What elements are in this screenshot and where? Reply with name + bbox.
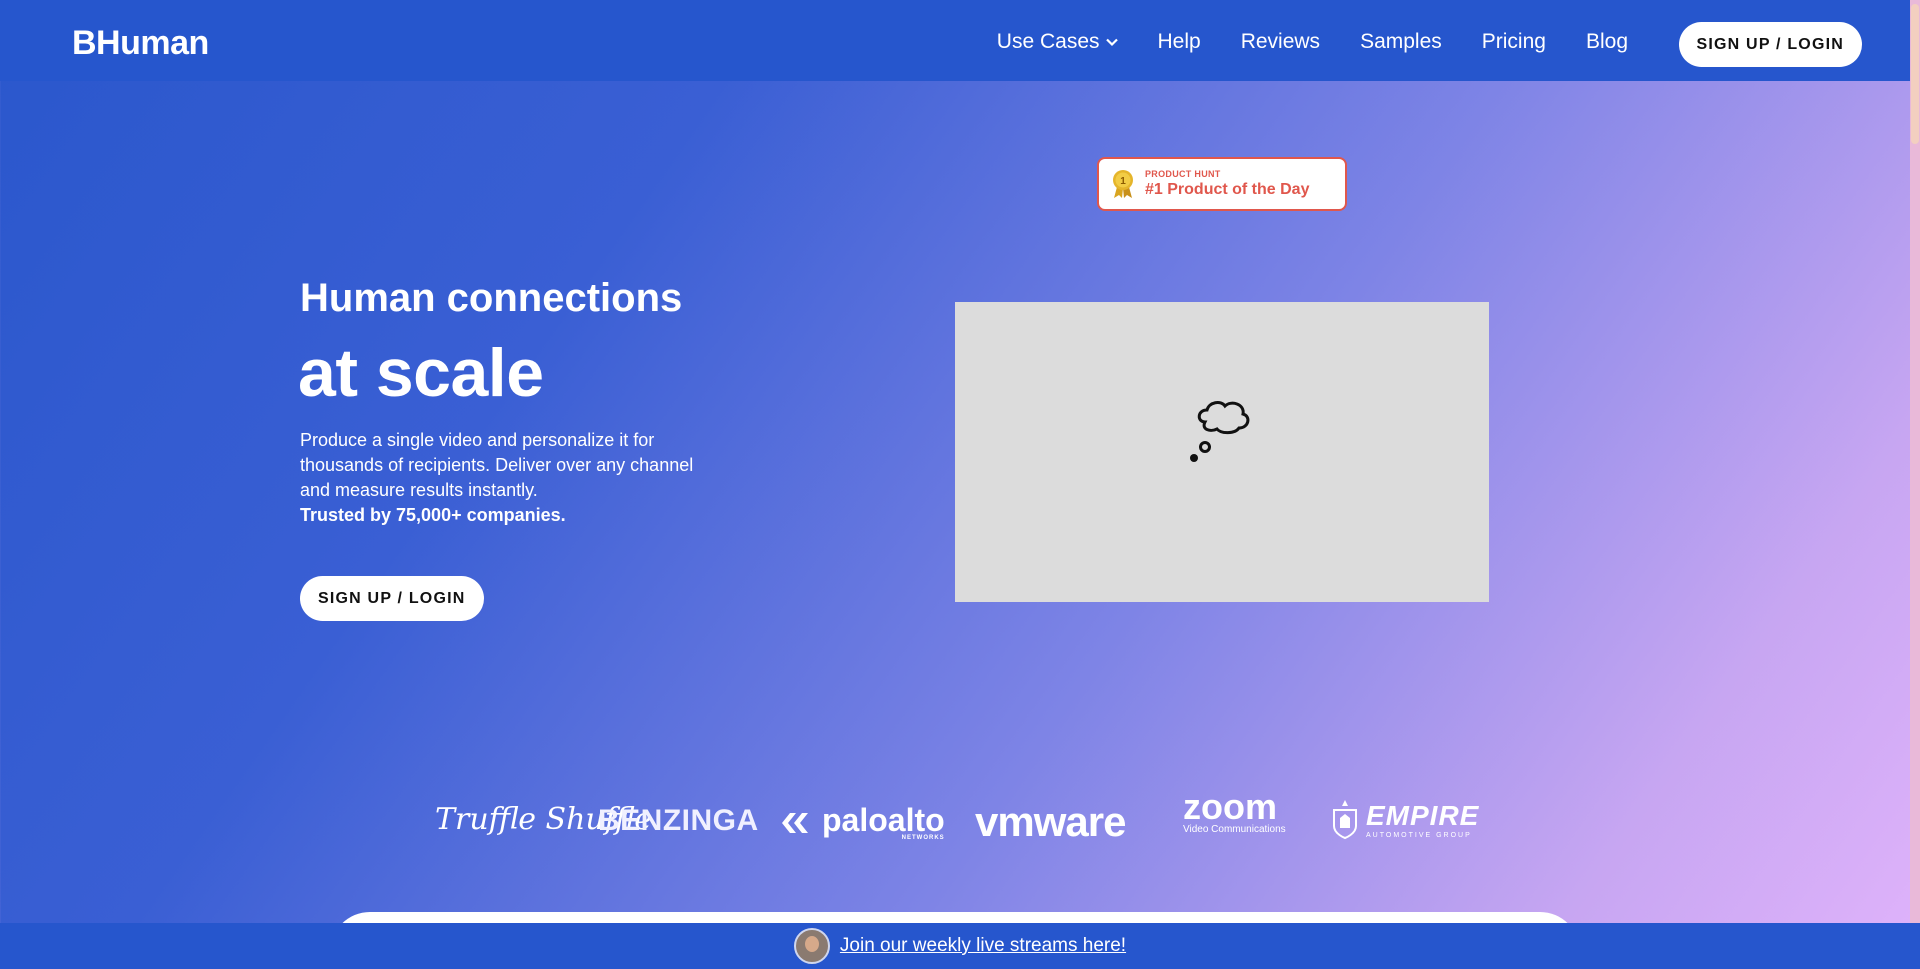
paloalto-logo: paloalto NETWORKS xyxy=(780,802,945,841)
paloalto-text: paloalto xyxy=(822,802,945,838)
svg-text:1: 1 xyxy=(1120,176,1126,187)
hero-title: at scale xyxy=(298,335,544,411)
nav-link-reviews[interactable]: Reviews xyxy=(1241,30,1320,54)
badge-text: PRODUCT HUNT #1 Product of the Day xyxy=(1145,169,1309,199)
empire-sub: AUTOMOTIVE GROUP xyxy=(1366,831,1472,839)
hero-signup-login-button[interactable]: SIGN UP / LOGIN xyxy=(300,576,484,621)
zoom-logo: zoom Video Communications xyxy=(1183,789,1286,836)
brand-logo[interactable]: BHuman xyxy=(72,24,209,63)
badge-title: #1 Product of the Day xyxy=(1145,181,1310,198)
thought-bubble-icon xyxy=(1190,401,1250,462)
empire-crest-icon xyxy=(1333,800,1357,840)
live-stream-link[interactable]: Join our weekly live streams here! xyxy=(840,935,1126,957)
nav-link-samples[interactable]: Samples xyxy=(1360,30,1442,54)
nav-link-help[interactable]: Help xyxy=(1158,30,1201,54)
benzinga-logo: BENZINGA xyxy=(598,804,759,837)
nav-links: Use Cases Help Reviews Samples Pricing B… xyxy=(997,30,1628,54)
hero-trusted-text: Trusted by 75,000+ companies. xyxy=(300,505,566,525)
nav-signup-login-button[interactable]: SIGN UP / LOGIN xyxy=(1678,22,1862,67)
empire-text: EMPIRE xyxy=(1366,799,1480,831)
customer-logos: Truffle Shuffle BENZINGA paloalto NETWOR… xyxy=(0,789,1910,850)
zoom-sub: Video Communications xyxy=(1183,824,1286,835)
chevron-down-icon xyxy=(1105,38,1118,47)
medal-icon: 1 xyxy=(1113,170,1133,198)
empire-wordmark: EMPIRE AUTOMOTIVE GROUP xyxy=(1366,800,1479,839)
product-hunt-badge[interactable]: 1 PRODUCT HUNT #1 Product of the Day xyxy=(1097,157,1347,211)
paloalto-wordmark: paloalto NETWORKS xyxy=(822,802,945,841)
nav-link-use-cases[interactable]: Use Cases xyxy=(997,30,1118,54)
hero-description: Produce a single video and personalize i… xyxy=(300,428,700,528)
avatar xyxy=(793,928,830,964)
nav-link-pricing[interactable]: Pricing xyxy=(1482,30,1546,54)
hero-video[interactable] xyxy=(955,302,1489,602)
top-navbar: BHuman Use Cases Help Reviews Samples Pr… xyxy=(0,0,1910,81)
empire-logo: EMPIRE AUTOMOTIVE GROUP xyxy=(1330,798,1479,840)
scrollbar-thumb[interactable] xyxy=(1911,4,1919,144)
live-stream-bar: Join our weekly live streams here! xyxy=(0,923,1920,969)
nav-link-label: Use Cases xyxy=(996,30,1100,53)
hero-subtitle: Human connections xyxy=(300,276,683,320)
paloalto-mark-icon xyxy=(782,812,808,833)
zoom-text: zoom xyxy=(1183,786,1277,827)
page-scrollbar[interactable] xyxy=(1910,0,1920,969)
badge-kicker: PRODUCT HUNT xyxy=(1145,169,1221,179)
nav-link-blog[interactable]: Blog xyxy=(1586,30,1628,54)
vmware-logo: vmware xyxy=(975,798,1126,845)
hero-description-text: Produce a single video and personalize i… xyxy=(300,430,694,500)
